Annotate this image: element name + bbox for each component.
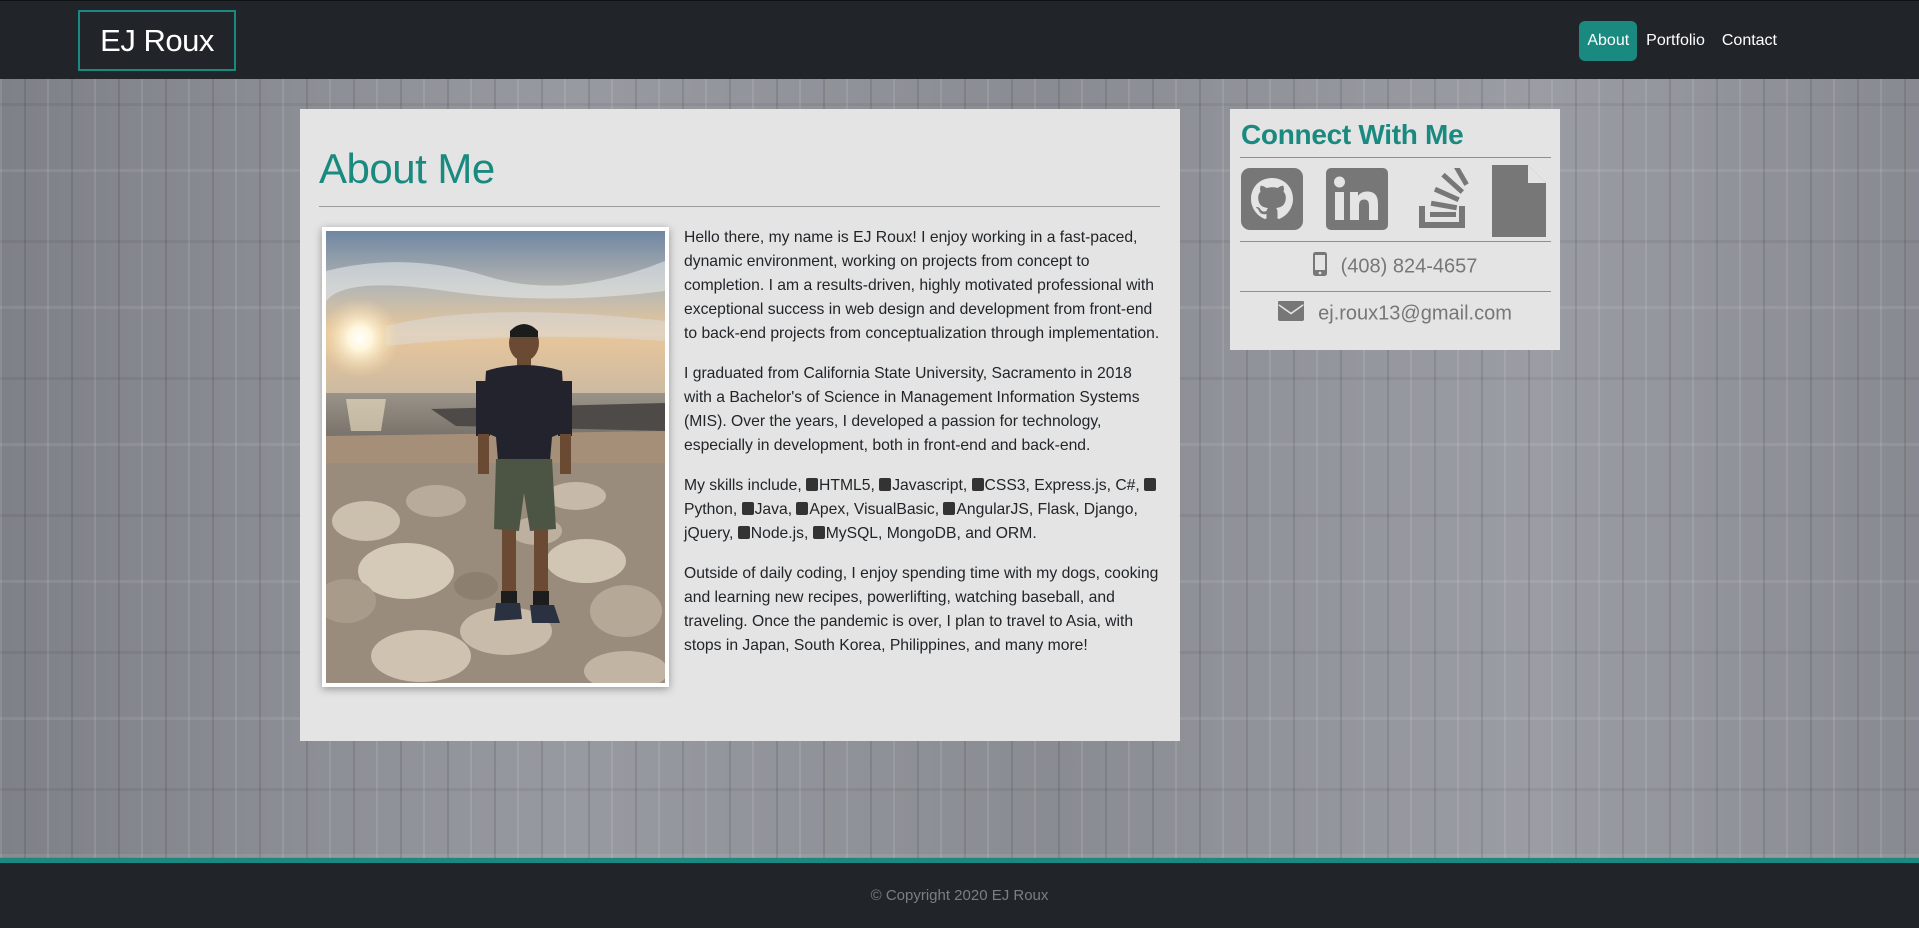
connect-divider: [1240, 241, 1551, 242]
phone-number: (408) 824-4657: [1340, 255, 1478, 278]
salesforce-icon: [796, 502, 809, 515]
copyright-text: © Copyright 2020 EJ Roux: [870, 887, 1049, 904]
skill-separator: ,: [934, 501, 944, 518]
skill-name: Java: [754, 501, 788, 518]
skill-name: Django: [1083, 501, 1134, 518]
nav-link-contact[interactable]: Contact: [1714, 21, 1785, 61]
github-icon[interactable]: [1241, 168, 1303, 230]
about-title: About Me: [319, 145, 495, 192]
nav-link-portfolio[interactable]: Portfolio: [1638, 21, 1713, 61]
phone-row[interactable]: (408) 824-4657: [1230, 252, 1560, 282]
profile-photo-frame: [322, 227, 669, 687]
skill-separator: , and: [956, 525, 996, 542]
skill-name: VisualBasic: [853, 501, 935, 518]
skill-name: C#: [1115, 477, 1136, 494]
email-row[interactable]: ej.roux13@gmail.com: [1230, 301, 1560, 327]
skill-separator: ,: [870, 477, 880, 494]
skill-separator: ,: [803, 525, 813, 542]
about-paragraph-skills: My skills include, HTML5, Javascript, CS…: [684, 474, 1162, 546]
skill-separator: ,: [878, 525, 887, 542]
skill-separator: ,: [845, 501, 854, 518]
about-paragraph-intro: Hello there, my name is EJ Roux! I enjoy…: [684, 229, 1160, 342]
angular-icon: [943, 502, 956, 515]
nav-link-about[interactable]: About: [1579, 21, 1638, 61]
skill-name: Python: [684, 501, 733, 518]
footer: © Copyright 2020 EJ Roux: [0, 863, 1919, 928]
skill-name: Flask: [1037, 501, 1076, 518]
linkedin-icon[interactable]: [1326, 168, 1388, 230]
python-icon: [1144, 478, 1157, 491]
phone-icon: [1312, 252, 1327, 282]
skill-separator: ,: [1133, 501, 1138, 518]
brand-logo[interactable]: EJ Roux: [78, 10, 236, 71]
java-icon: [741, 502, 754, 515]
skill-name: jQuery: [684, 525, 730, 542]
skill-separator: ,: [1135, 477, 1145, 494]
html5-icon: [806, 478, 819, 491]
skill-separator: ,: [729, 525, 738, 542]
about-card: About Me Hello there, my name is EJ Roux…: [300, 109, 1180, 741]
skill-name: CSS3: [984, 477, 1026, 494]
email-address: ej.roux13@gmail.com: [1318, 302, 1512, 325]
skill-separator: ,: [962, 477, 972, 494]
skill-separator: ,: [1075, 501, 1084, 518]
skill-separator: ,: [732, 501, 742, 518]
css3-icon: [971, 478, 984, 491]
database-icon: [812, 526, 825, 539]
skill-separator: ,: [1025, 477, 1035, 494]
skill-separator: ,: [1028, 501, 1038, 518]
profile-photo: [326, 231, 665, 683]
skill-name: Express.js: [1034, 477, 1107, 494]
envelope-icon: [1278, 301, 1305, 327]
connect-card: Connect With Me (408) 824-4657 ej.roux13…: [1230, 109, 1560, 350]
nodejs-icon: [737, 526, 750, 539]
skill-name: AngularJS: [956, 501, 1029, 518]
connect-divider: [1240, 157, 1551, 158]
about-paragraph-hobbies: Outside of daily coding, I enjoy spendin…: [684, 565, 1159, 654]
javascript-icon: [879, 478, 892, 491]
skill-separator: .: [1032, 525, 1037, 542]
about-divider: [319, 206, 1160, 207]
connect-divider: [1240, 291, 1551, 292]
skill-name: Apex: [809, 501, 846, 518]
skill-name: HTML5: [819, 477, 871, 494]
skill-name: MongoDB: [886, 525, 957, 542]
about-paragraph-education: I graduated from California State Univer…: [684, 365, 1140, 454]
about-text: Hello there, my name is EJ Roux! I enjoy…: [684, 226, 1162, 674]
skill-separator: ,: [787, 501, 797, 518]
skill-name: Node.js: [750, 525, 804, 542]
stackoverflow-icon[interactable]: [1411, 168, 1473, 230]
nav-menu: About Portfolio Contact: [1578, 21, 1785, 61]
skills-intro: My skills include,: [684, 477, 807, 494]
skill-name: MySQL: [825, 525, 878, 542]
navbar: EJ Roux About Portfolio Contact: [0, 0, 1919, 79]
connect-title: Connect With Me: [1241, 119, 1464, 150]
skill-name: ORM: [995, 525, 1033, 542]
skill-name: Javascript: [892, 477, 963, 494]
resume-file-icon[interactable]: [1492, 165, 1546, 237]
